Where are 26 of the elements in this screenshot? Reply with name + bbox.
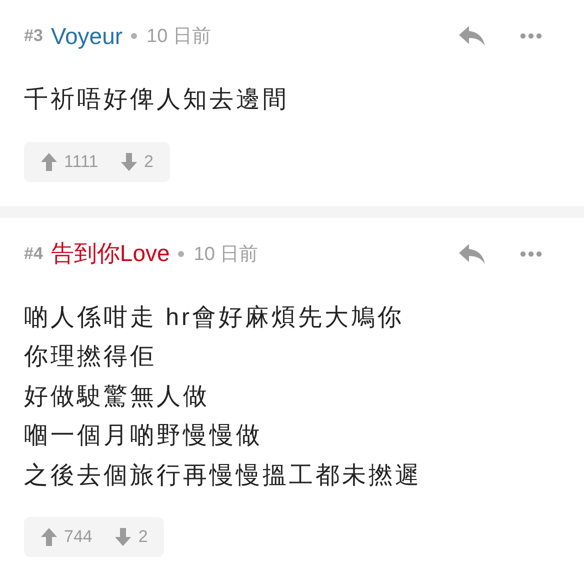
post-time: 10 日前 <box>194 242 258 266</box>
comment-text: 啲人係咁走 hr會好麻煩先大鳩你 <box>24 302 406 332</box>
comment-number: #3 <box>24 26 43 46</box>
comment-text: 你理撚得佢 <box>24 342 158 372</box>
comment-text: 之後去個旅行再慢慢搵工都未撚遲 <box>24 460 422 490</box>
downvote-button[interactable]: 2 <box>120 152 154 172</box>
up-arrow-icon <box>40 152 58 172</box>
more-button[interactable] <box>520 33 542 39</box>
down-arrow-icon <box>120 152 138 172</box>
up-arrow-icon <box>40 527 58 547</box>
comment-text: 千祈唔好俾人知去邊間 <box>24 85 290 115</box>
comment-number: #4 <box>24 244 43 264</box>
comment-text: 好做駛驚無人做 <box>24 382 210 412</box>
downvote-button[interactable]: 2 <box>114 527 148 547</box>
more-button[interactable] <box>520 250 542 256</box>
upvote-button[interactable]: 744 <box>40 527 92 547</box>
author-name[interactable]: 告到你Love <box>50 238 170 269</box>
down-arrow-icon <box>114 527 132 547</box>
reply-button[interactable] <box>458 25 486 47</box>
comment-text: 嗰一個月啲野慢慢做 <box>24 421 264 451</box>
post-time: 10 日前 <box>146 25 211 49</box>
upvote-button[interactable]: 1111 <box>40 152 98 172</box>
reply-button[interactable] <box>458 242 486 264</box>
author-name[interactable]: Voyeur <box>50 22 123 50</box>
separator-dot <box>178 250 184 256</box>
separator-dot <box>130 33 137 39</box>
